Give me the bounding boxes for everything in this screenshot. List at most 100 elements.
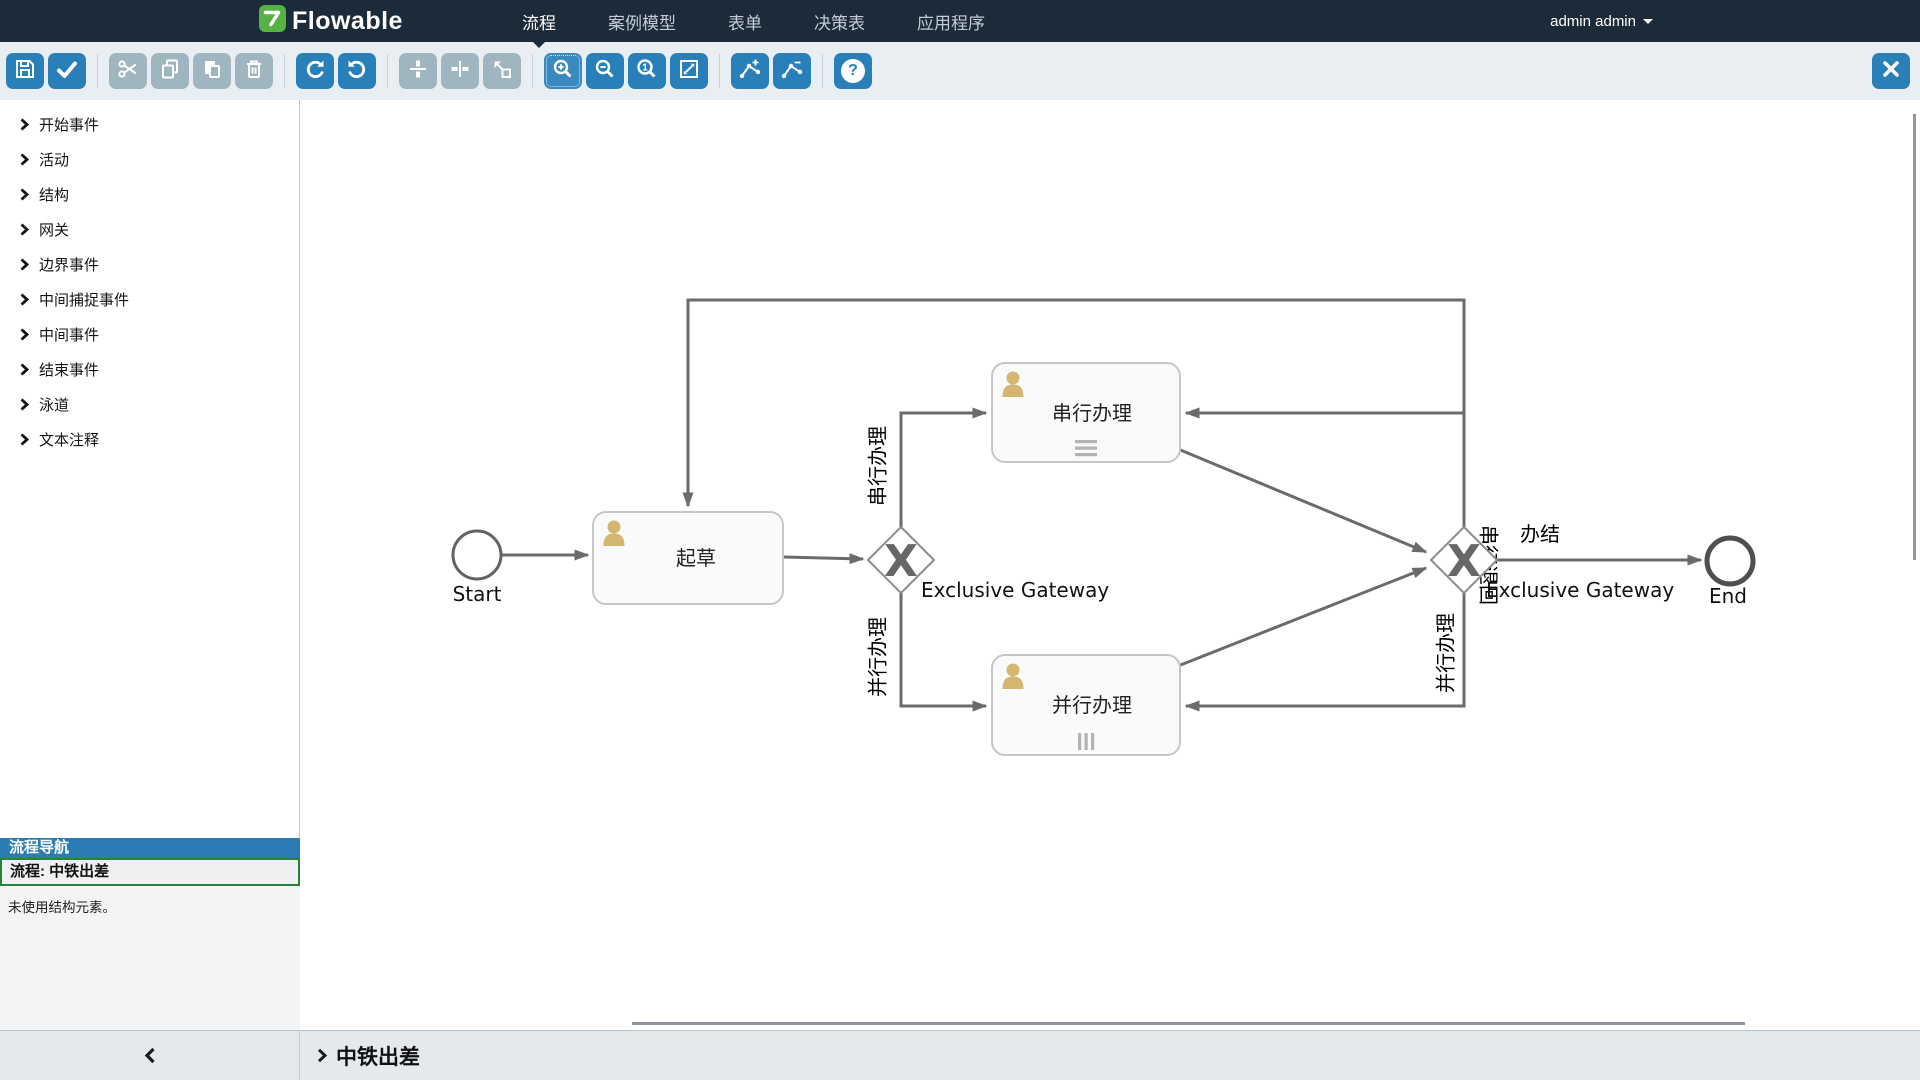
- process-title: 中铁出差: [336, 1041, 420, 1071]
- palette-group-activities[interactable]: 活动: [0, 142, 299, 177]
- nav-item-forms[interactable]: 表单: [728, 9, 762, 34]
- close-editor-button[interactable]: [1872, 53, 1910, 89]
- flow-serial-to-gateway2[interactable]: [1178, 449, 1426, 552]
- paste-button[interactable]: [193, 53, 231, 89]
- redo-button[interactable]: [296, 53, 334, 89]
- palette-group-start-events[interactable]: 开始事件: [0, 107, 299, 142]
- undo-button[interactable]: [338, 53, 376, 89]
- canvas-vertical-scrollbar[interactable]: [1913, 114, 1916, 560]
- zoom-out-button[interactable]: [586, 53, 624, 89]
- flow-gateway1-to-parallel[interactable]: [901, 593, 986, 706]
- help-button[interactable]: ?: [834, 53, 872, 89]
- chevron-right-icon: [20, 223, 29, 236]
- nav-item-processes[interactable]: 流程: [522, 9, 556, 34]
- flow-label-parallel-return: 并行办理: [1434, 613, 1458, 693]
- chevron-right-icon: [20, 188, 29, 201]
- palette-group-swimlanes[interactable]: 泳道: [0, 387, 299, 422]
- chevron-right-icon: [20, 293, 29, 306]
- scissors-icon: [116, 57, 140, 86]
- canvas-horizontal-scrollbar[interactable]: [632, 1022, 1745, 1025]
- cut-button[interactable]: [109, 53, 147, 89]
- zoom-fit-icon: [677, 57, 701, 86]
- chevron-right-icon: [20, 328, 29, 341]
- gateway-x-glyph: X: [1447, 536, 1481, 587]
- process-navigator-current[interactable]: 流程: 中铁出差: [0, 858, 300, 886]
- validate-button[interactable]: [48, 53, 86, 89]
- palette-group-intermediate-events[interactable]: 中间事件: [0, 317, 299, 352]
- palette-group-intermediate-catching-events[interactable]: 中间捕捉事件: [0, 282, 299, 317]
- flow-label-finish: 办结: [1520, 522, 1560, 546]
- shape-palette-panel: 开始事件 活动 结构 网关 边界事件 中间捕捉事件 中间事件 结束事件 泳道 文…: [0, 100, 300, 1030]
- bpmn-canvas[interactable]: 串行办理 并行办理 串行退回 并行办理 办结 Start 起草 串行办理: [300, 100, 1920, 1030]
- zoom-actual-icon: 1: [635, 57, 659, 86]
- sequential-multi-instance-icon: [1075, 440, 1097, 456]
- toolbar-separator: [387, 54, 388, 88]
- nav-item-case-models[interactable]: 案例模型: [608, 9, 676, 34]
- process-navigator-header: 流程导航: [0, 838, 300, 858]
- toolbar-separator: [532, 54, 533, 88]
- shape-palette: 开始事件 活动 结构 网关 边界事件 中间捕捉事件 中间事件 结束事件 泳道 文…: [0, 100, 299, 457]
- add-bendpoint-button[interactable]: [731, 53, 769, 89]
- svg-text:1: 1: [642, 62, 648, 73]
- align-vertical-button[interactable]: [441, 53, 479, 89]
- align-horizontal-button[interactable]: [399, 53, 437, 89]
- exclusive-gateway-1[interactable]: X Exclusive Gateway: [868, 527, 1109, 602]
- user-task-serial[interactable]: 串行办理: [992, 363, 1180, 462]
- check-icon: [55, 57, 79, 86]
- top-navbar: Flowable 流程 案例模型 表单 决策表 应用程序 admin admin: [0, 0, 1920, 42]
- user-task-draft[interactable]: 起草: [593, 512, 783, 604]
- end-event[interactable]: End: [1707, 538, 1753, 608]
- zoom-actual-button[interactable]: 1: [628, 53, 666, 89]
- flow-parallel-to-gateway2[interactable]: [1178, 568, 1426, 666]
- user-task-parallel[interactable]: 并行办理: [992, 655, 1180, 755]
- bpmn-diagram: 串行办理 并行办理 串行退回 并行办理 办结 Start 起草 串行办理: [300, 100, 1920, 1030]
- delete-button[interactable]: [235, 53, 273, 89]
- palette-group-end-events[interactable]: 结束事件: [0, 352, 299, 387]
- save-icon: [13, 57, 37, 86]
- zoom-in-icon: [551, 57, 575, 86]
- flowable-logo-icon: [258, 4, 287, 38]
- user-menu[interactable]: admin admin: [1550, 0, 1653, 42]
- chevron-right-icon: [317, 1048, 327, 1063]
- same-size-icon: [490, 57, 514, 86]
- user-task-parallel-label: 并行办理: [1052, 693, 1132, 717]
- flow-gateway2-return-parallel[interactable]: [1186, 593, 1464, 706]
- align-horizontal-icon: [406, 57, 430, 86]
- undo-icon: [345, 57, 369, 86]
- user-task-draft-label: 起草: [676, 546, 716, 570]
- zoom-fit-button[interactable]: [670, 53, 708, 89]
- redo-icon: [303, 57, 327, 86]
- flow-draft-to-gateway1[interactable]: [784, 557, 863, 559]
- save-button[interactable]: [6, 53, 44, 89]
- zoom-in-button[interactable]: [544, 53, 582, 89]
- zoom-out-icon: [593, 57, 617, 86]
- chevron-right-icon: [20, 258, 29, 271]
- brand-text: Flowable: [292, 7, 403, 36]
- palette-group-artifacts[interactable]: 文本注释: [0, 422, 299, 457]
- chevron-down-icon: [1643, 19, 1653, 29]
- paste-icon: [200, 57, 224, 86]
- same-size-button[interactable]: [483, 53, 521, 89]
- palette-group-structural[interactable]: 结构: [0, 177, 299, 212]
- collapse-palette-button[interactable]: [0, 1031, 300, 1080]
- toolbar-separator: [97, 54, 98, 88]
- start-event[interactable]: Start: [453, 531, 502, 606]
- copy-button[interactable]: [151, 53, 189, 89]
- process-breadcrumb[interactable]: 中铁出差: [300, 1031, 1920, 1080]
- process-navigator-panel: 流程导航 流程: 中铁出差 未使用结构元素。: [0, 838, 300, 1030]
- chevron-right-icon: [20, 363, 29, 376]
- flow-label-to-parallel: 并行办理: [866, 617, 890, 697]
- end-event-label: End: [1709, 584, 1747, 608]
- chevron-right-icon: [20, 398, 29, 411]
- parallel-multi-instance-icon: [1078, 733, 1094, 750]
- flow-label-to-serial: 串行办理: [866, 426, 890, 506]
- palette-group-gateways[interactable]: 网关: [0, 212, 299, 247]
- nav-item-decision-tables[interactable]: 决策表: [814, 9, 865, 34]
- palette-group-boundary-events[interactable]: 边界事件: [0, 247, 299, 282]
- nav-item-apps[interactable]: 应用程序: [917, 9, 985, 34]
- flow-gateway1-to-serial[interactable]: [901, 413, 986, 527]
- flowable-logo[interactable]: Flowable: [258, 0, 403, 42]
- toolbar-separator: [719, 54, 720, 88]
- close-icon: [1879, 57, 1903, 86]
- remove-bendpoint-button[interactable]: [773, 53, 811, 89]
